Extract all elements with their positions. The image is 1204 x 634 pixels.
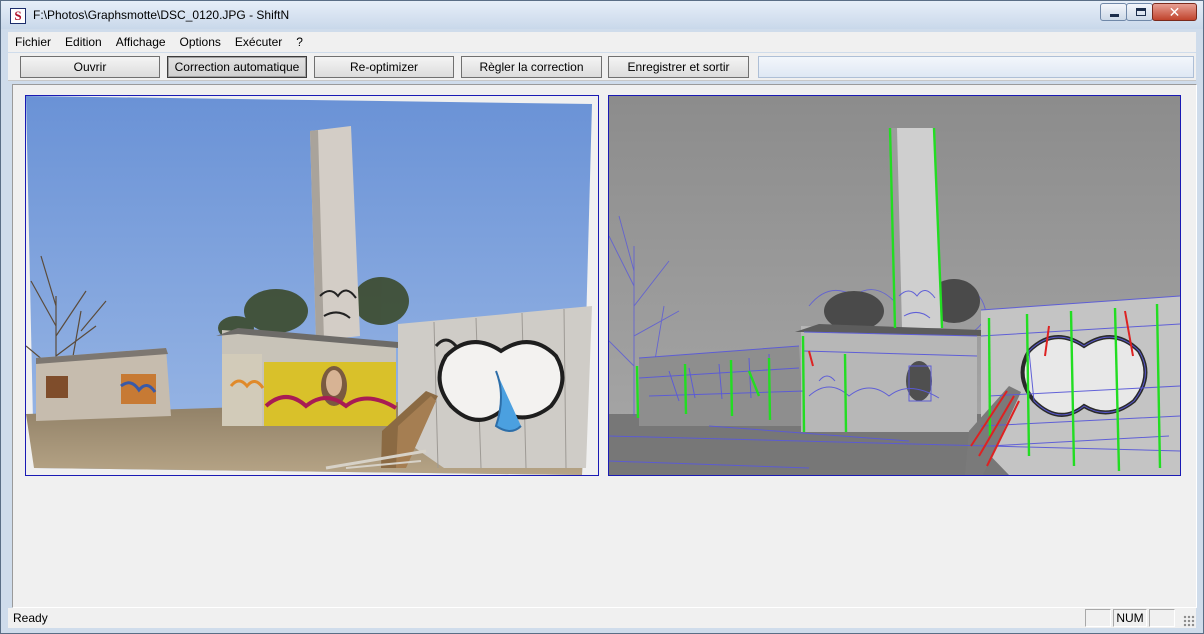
auto-correction-button[interactable]: Correction automatique [167,56,307,78]
menu-fichier[interactable]: Fichier [8,33,58,51]
reoptimize-button[interactable]: Re-optimizer [314,56,454,78]
menu-executer[interactable]: Exécuter [228,33,289,51]
menu-edition[interactable]: Edition [58,33,109,51]
minimize-button[interactable] [1100,3,1127,21]
status-indicator-scroll [1149,609,1175,627]
maximize-icon [1136,8,1146,16]
close-icon: ✕ [1168,4,1181,20]
app-window: S F:\Photos\Graphsmotte\DSC_0120.JPG - S… [0,0,1204,634]
menu-affichage[interactable]: Affichage [109,33,173,51]
shiftn-app-icon[interactable]: S [10,8,26,24]
window-title: F:\Photos\Graphsmotte\DSC_0120.JPG - Shi… [33,8,290,22]
status-indicator-num: NUM [1113,609,1147,627]
line-detection-photo [609,96,1180,475]
status-bar: Ready NUM [8,608,1196,628]
status-indicator-caps [1085,609,1111,627]
toolbar: Ouvrir Correction automatique Re-optimiz… [8,53,1196,81]
close-button[interactable]: ✕ [1152,3,1197,21]
toolbar-empty-area [758,56,1194,78]
window-controls: ✕ [1100,3,1197,21]
line-detection-panel[interactable] [608,95,1181,476]
adjust-correction-button[interactable]: Règler la correction [461,56,602,78]
title-bar[interactable]: S F:\Photos\Graphsmotte\DSC_0120.JPG - S… [1,1,1203,29]
menu-options[interactable]: Options [173,33,228,51]
maximize-button[interactable] [1126,3,1153,21]
corrected-image-panel[interactable] [25,95,599,476]
resize-grip[interactable] [1183,615,1195,627]
minimize-icon [1110,14,1119,17]
menu-help[interactable]: ? [289,33,310,51]
open-button[interactable]: Ouvrir [20,56,160,78]
corrected-photo [26,96,598,475]
save-and-exit-button[interactable]: Enregistrer et sortir [608,56,749,78]
status-text: Ready [13,611,48,625]
menu-bar: Fichier Edition Affichage Options Exécut… [8,32,1196,52]
